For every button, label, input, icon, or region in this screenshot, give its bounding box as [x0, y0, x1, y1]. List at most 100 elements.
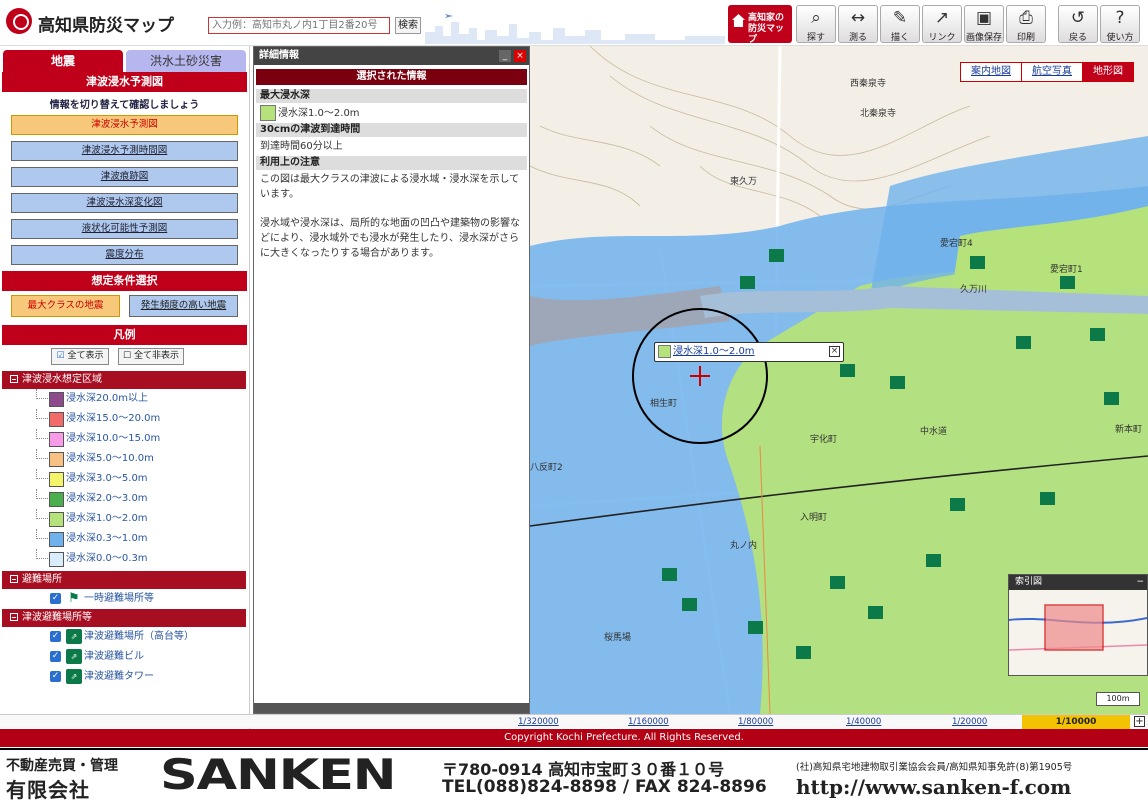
ruler-icon: ↔: [850, 8, 866, 28]
menu-tsunami-inundation[interactable]: 津波浸水予測図: [11, 115, 238, 135]
undo-icon: ↺: [1070, 8, 1086, 28]
map-canvas[interactable]: 西秦泉寺 東久万 愛宕町4 愛宕町1 北秦泉寺 久万川 中水道 八反町2 宇化町…: [530, 46, 1148, 714]
legend-evac-highground[interactable]: ✓ ⇗ 津波避難場所（高台等）: [0, 627, 249, 647]
scale-option[interactable]: 1/320000: [518, 715, 559, 729]
legend-depth-item[interactable]: 浸水深3.0〜5.0m: [0, 469, 249, 489]
link-tool-button[interactable]: ↗ リンク: [922, 5, 962, 43]
checkbox-checked-icon[interactable]: ✓: [50, 593, 61, 604]
address-search-input[interactable]: [208, 17, 390, 34]
print-button[interactable]: ⎙ 印刷: [1006, 5, 1046, 43]
detail-scrollbar[interactable]: [254, 703, 529, 713]
map-popup[interactable]: 浸水深1.0〜2.0m ×: [654, 342, 844, 362]
legend-depth-label: 浸水深0.0〜0.3m: [66, 553, 148, 564]
legend-evac-building[interactable]: ✓ ⇗ 津波避難ビル: [0, 647, 249, 667]
index-map[interactable]: 索引図 −: [1008, 574, 1148, 676]
tree-line: [36, 549, 48, 559]
legend-temporary-evacuation[interactable]: ✓ ⚑ 一時避難場所等: [0, 589, 249, 609]
legend-depth-item[interactable]: 浸水深5.0〜10.0m: [0, 449, 249, 469]
condition-max-class-button[interactable]: 最大クラスの地震: [11, 295, 120, 317]
index-viewport-box[interactable]: [1044, 604, 1104, 651]
running-person-icon: ⚑: [68, 591, 80, 606]
map-label: 愛宕町4: [940, 237, 973, 249]
scale-option[interactable]: 1/40000: [846, 715, 881, 729]
map-label: 西秦泉寺: [850, 77, 886, 89]
legend-depth-item[interactable]: 浸水深10.0〜15.0m: [0, 429, 249, 449]
legend-depth-label: 浸水深15.0〜20.0m: [66, 413, 161, 424]
tab-topographic[interactable]: 地形図: [1083, 63, 1133, 81]
collapse-icon: [10, 613, 18, 621]
search-tool-button[interactable]: ⌕ 探す: [796, 5, 836, 43]
index-map-view[interactable]: [1008, 590, 1148, 675]
menu-liquefaction[interactable]: 液状化可能性予測図: [11, 219, 238, 239]
scale-option[interactable]: 1/20000: [952, 715, 987, 729]
minimize-icon[interactable]: −: [1136, 577, 1144, 587]
depth-swatch: [49, 392, 64, 407]
tree-line: [36, 529, 48, 539]
tab-guide-map[interactable]: 案内地図: [961, 63, 1022, 81]
panel-hint: 情報を切り替えて確認しましょう: [49, 100, 200, 111]
legend-depth-item[interactable]: 浸水深20.0m以上: [0, 389, 249, 409]
note-1: この図は最大クラスの津波による浸水域・浸水深を示しています。: [260, 174, 520, 200]
legend-depth-label: 浸水深5.0〜10.0m: [66, 453, 154, 464]
hide-all-button[interactable]: ☐ 全て非表示: [118, 348, 184, 365]
checkbox-checked-icon[interactable]: ✓: [50, 651, 61, 662]
depth-swatch: [49, 412, 64, 427]
scale-option-active[interactable]: 1/10000: [1022, 715, 1130, 729]
scale-option[interactable]: 1/160000: [628, 715, 669, 729]
legend-depth-label: 浸水深20.0m以上: [66, 393, 149, 404]
tab-earthquake[interactable]: 地震: [3, 50, 123, 72]
back-button[interactable]: ↺ 戻る: [1058, 5, 1098, 43]
save-image-button[interactable]: ▣ 画像保存: [964, 5, 1004, 43]
minimize-icon[interactable]: _: [499, 50, 511, 62]
legend-depth-item[interactable]: 浸水深2.0〜3.0m: [0, 489, 249, 509]
advertisement-banner: 不動産売買・管理 有限会社 SANKEN 〒780-0914 高知市宝町３０番１…: [0, 748, 1148, 802]
legend-depth-item[interactable]: 浸水深0.0〜0.3m: [0, 549, 249, 569]
collapse-icon: [10, 375, 18, 383]
evacuation-site-icon: ⇗: [66, 629, 82, 644]
home-disaster-map-button[interactable]: 高知家の 防災マップ: [728, 5, 792, 45]
checkbox-checked-icon[interactable]: ✓: [50, 671, 61, 682]
legend-depth-item[interactable]: 浸水深15.0〜20.0m: [0, 409, 249, 429]
layer-panel: 地震 洪水土砂災害 津波浸水予測図 情報を切り替えて確認しましょう 津波浸水予測…: [0, 46, 250, 732]
search-button[interactable]: 検索: [395, 17, 421, 34]
close-icon[interactable]: ×: [514, 50, 526, 62]
house-icon: [732, 14, 745, 27]
tsunami-evacuation-group[interactable]: 津波避難場所等: [2, 609, 246, 627]
legend-depth-label: 浸水深3.0〜5.0m: [66, 473, 148, 484]
draw-tool-button[interactable]: ✎ 描く: [880, 5, 920, 43]
measure-tool-button[interactable]: ↔ 測る: [838, 5, 878, 43]
evacuation-group[interactable]: 避難場所: [2, 571, 246, 589]
scale-option[interactable]: 1/80000: [738, 715, 773, 729]
checkbox-checked-icon[interactable]: ✓: [50, 631, 61, 642]
tsunami-zone-group[interactable]: 津波浸水想定区域: [2, 371, 246, 389]
menu-seismic-intensity[interactable]: 震度分布: [11, 245, 238, 265]
legend-depth-item[interactable]: 浸水深1.0〜2.0m: [0, 509, 249, 529]
menu-tsunami-time[interactable]: 津波浸水予測時間図: [11, 141, 238, 161]
tree-line: [36, 449, 48, 459]
menu-tsunami-depth-change[interactable]: 津波浸水深変化図: [11, 193, 238, 213]
help-button[interactable]: ? 使い方: [1100, 5, 1140, 43]
legend-depth-label: 浸水深1.0〜2.0m: [66, 513, 148, 524]
zoom-in-icon[interactable]: +: [1134, 716, 1145, 727]
popup-close-icon[interactable]: ×: [829, 346, 840, 357]
tab-aerial-photo[interactable]: 航空写真: [1022, 63, 1083, 81]
ad-phone: TEL(088)824-8898 / FAX 824-8896: [442, 777, 767, 797]
tree-line: [36, 429, 48, 439]
menu-tsunami-trace[interactable]: 津波痕跡図: [11, 167, 238, 187]
printer-icon: ⎙: [1019, 8, 1033, 28]
ad-website-link[interactable]: http://www.sanken-f.com: [796, 775, 1071, 799]
legend-depth-item[interactable]: 浸水深0.3〜1.0m: [0, 529, 249, 549]
map-label: 北秦泉寺: [860, 107, 896, 119]
show-all-button[interactable]: ☑ 全て表示: [51, 348, 109, 365]
legend-evac-tower[interactable]: ✓ ⇗ 津波避難タワー: [0, 667, 249, 687]
scale-label: 100m: [1096, 692, 1140, 706]
legend-depth-label: 浸水深0.3〜1.0m: [66, 533, 148, 544]
map-label: 中水道: [920, 425, 947, 437]
condition-frequent-button[interactable]: 発生頻度の高い地震: [129, 295, 238, 317]
map-label: 宇化町: [810, 433, 837, 445]
tab-flood-landslide[interactable]: 洪水土砂災害: [126, 50, 246, 72]
evacuation-tower-icon: ⇗: [66, 669, 82, 684]
collapse-icon: [10, 575, 18, 583]
palette-icon: ✎: [892, 8, 908, 28]
ad-association: (社)高知県宅地建物取引業協会会員/高知県知事免許(8)第1905号: [796, 762, 1073, 773]
